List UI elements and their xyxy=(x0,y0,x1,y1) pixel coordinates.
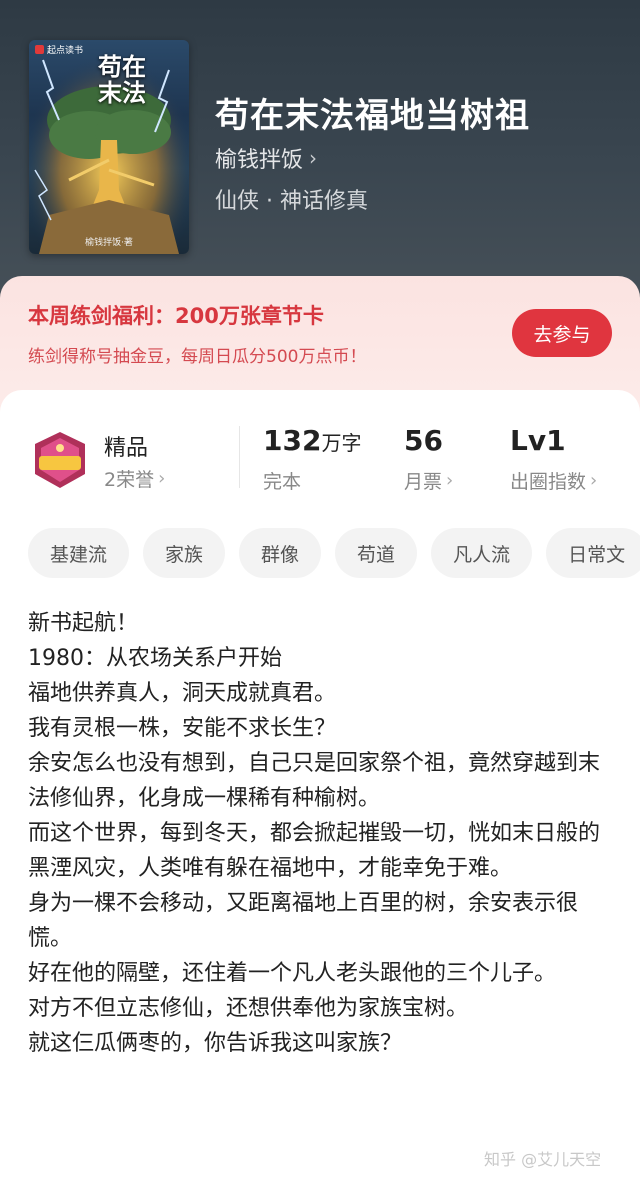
chevron-right-icon: › xyxy=(309,146,318,170)
publisher-logo-icon xyxy=(35,45,44,54)
description-line: 就这仨瓜俩枣的，你告诉我这叫家族？ xyxy=(28,1031,403,1056)
description-line: 对方不但立志修仙，还想供奉他为家族宝树。 xyxy=(28,996,469,1021)
description-line: 好在他的隔壁，还住着一个凡人老头跟他的三个儿子。 xyxy=(28,961,557,986)
cover-title-art: 苟在末法 xyxy=(98,52,146,107)
description-line: 新书起航！ xyxy=(28,611,139,636)
monthly-tickets-count: 56 xyxy=(404,424,443,457)
cover-author-art: 榆钱拌饭·著 xyxy=(85,238,133,248)
tag-chip[interactable]: 凡人流 xyxy=(431,528,533,578)
promo-join-button[interactable]: 去参与 xyxy=(512,309,612,357)
level-link[interactable]: 出圈指数 › xyxy=(510,467,597,494)
tag-chip[interactable]: 家族 xyxy=(143,528,226,578)
tag-chip[interactable]: 日常文 xyxy=(546,528,640,578)
book-title: 苟在末法福地当树祖 xyxy=(215,96,530,136)
publisher-label: 起点读书 xyxy=(35,43,83,56)
tag-chip[interactable]: 基建流 xyxy=(28,528,130,578)
description-line: 我有灵根一株，安能不求长生？ xyxy=(28,716,337,741)
completion-status: 完本 xyxy=(263,471,302,493)
book-cover[interactable]: 起点读书 苟在末法 榆钱拌饭·著 xyxy=(29,40,189,254)
chevron-right-icon: › xyxy=(446,470,454,491)
quality-label: 精品 xyxy=(104,436,149,461)
watermark: 知乎 @艾儿天空 xyxy=(484,1150,602,1169)
word-count: 132万字 xyxy=(263,424,362,457)
book-genre: 仙侠 · 神话修真 xyxy=(215,189,368,214)
description-line: 1980：从农场关系户开始 xyxy=(28,646,282,671)
book-description: 新书起航！ 1980：从农场关系户开始 福地供养真人，洞天成就真君。 我有灵根一… xyxy=(28,606,613,1061)
author-link[interactable]: 榆钱拌饭 › xyxy=(215,142,317,174)
description-line: 身为一棵不会移动，又距离福地上百里的树，余安表示很慌。 xyxy=(28,891,579,951)
level-value: Lv1 xyxy=(510,424,566,457)
tag-chip[interactable]: 苟道 xyxy=(335,528,418,578)
description-line: 而这个世界，每到冬天，都会掀起摧毁一切，恍如末日般的黑湮风灾，人类唯有躲在福地中… xyxy=(28,821,601,881)
quality-badge-icon xyxy=(35,432,85,488)
promo-title: 本周练剑福利：200万张章节卡 xyxy=(28,304,324,328)
chevron-right-icon: › xyxy=(158,468,166,489)
monthly-tickets-link[interactable]: 月票 › xyxy=(404,467,453,494)
description-line: 福地供养真人，洞天成就真君。 xyxy=(28,681,337,706)
promo-subtitle: 练剑得称号抽金豆，每周日瓜分500万点币！ xyxy=(28,347,367,367)
chevron-right-icon: › xyxy=(590,470,598,491)
honors-link[interactable]: 2荣誉 › xyxy=(104,465,165,492)
author-name: 榆钱拌饭 xyxy=(215,148,304,173)
description-line: 余安怎么也没有想到，自己只是回家祭个祖，竟然穿越到末法修仙界，化身成一棵稀有种榆… xyxy=(28,751,601,811)
stats-divider xyxy=(239,426,240,488)
honors-count: 2荣誉 xyxy=(104,469,155,491)
tag-list: 基建流 家族 群像 苟道 凡人流 日常文 xyxy=(28,528,640,578)
tag-chip[interactable]: 群像 xyxy=(239,528,322,578)
